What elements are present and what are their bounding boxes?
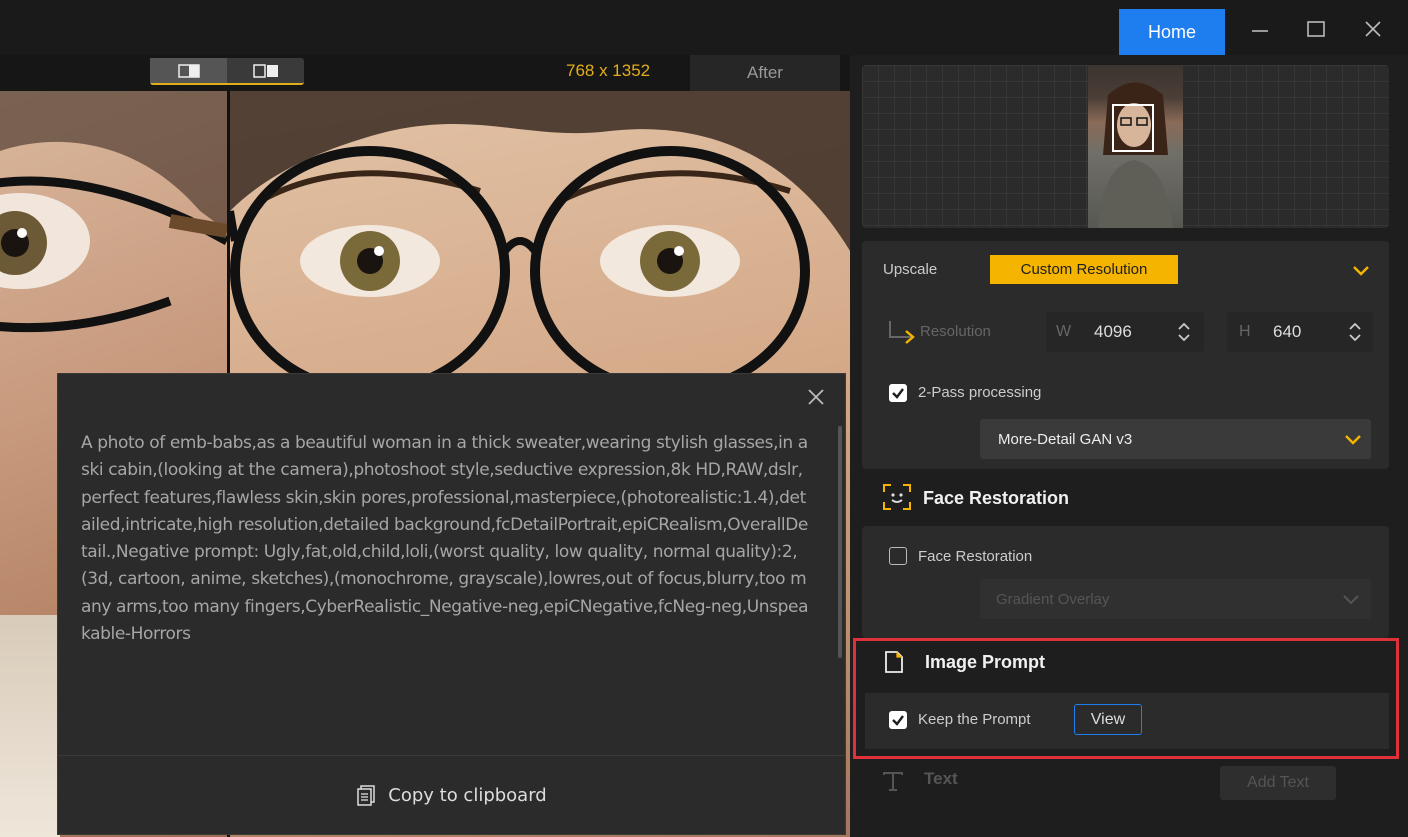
checkmark-icon xyxy=(892,715,904,726)
upscale-label: Upscale xyxy=(883,261,938,278)
view-button[interactable]: View xyxy=(1074,704,1142,735)
upscale-section: Upscale Custom Resolution Resolution W 4… xyxy=(862,241,1389,469)
single-view-toggle[interactable] xyxy=(150,58,227,83)
image-prompt-title: Image Prompt xyxy=(925,652,1046,672)
two-pass-checkbox[interactable] xyxy=(889,384,907,402)
text-section-title: Text xyxy=(924,769,958,788)
clipboard-icon xyxy=(357,785,375,806)
single-view-icon xyxy=(177,63,200,78)
settings-panel: Upscale Custom Resolution Resolution W 4… xyxy=(850,55,1408,837)
two-pass-label: 2-Pass processing xyxy=(918,384,1042,401)
face-model-value: Gradient Overlay xyxy=(996,591,1110,608)
chevron-down-icon[interactable] xyxy=(1352,265,1370,277)
face-restoration-section: Face Restoration Gradient Overlay xyxy=(862,526,1389,638)
chevron-down-icon xyxy=(1343,595,1359,605)
preview-thumbnail-area xyxy=(862,65,1389,228)
model-select[interactable]: More-Detail GAN v3 xyxy=(980,419,1371,459)
title-bar: Home xyxy=(0,0,1408,55)
preview-thumbnail[interactable] xyxy=(1088,65,1183,228)
close-icon xyxy=(1365,21,1381,37)
model-value: More-Detail GAN v3 xyxy=(998,431,1133,448)
after-tab[interactable]: After xyxy=(690,55,840,91)
face-restoration-title: Face Restoration xyxy=(923,488,1070,508)
height-stepper-icon[interactable] xyxy=(1349,321,1361,343)
chevron-down-icon xyxy=(1345,435,1361,445)
popup-scrollbar[interactable] xyxy=(838,426,842,658)
arrow-turn-icon xyxy=(889,321,915,344)
image-resolution-label: 768 x 1352 xyxy=(566,61,651,80)
keep-prompt-row: Keep the Prompt View xyxy=(865,693,1389,749)
face-restoration-checkbox[interactable] xyxy=(889,547,907,565)
close-window-button[interactable] xyxy=(1355,12,1391,46)
face-restoration-icon xyxy=(883,484,911,510)
image-prompt-section: Image Prompt Keep the Prompt View xyxy=(853,638,1399,759)
prompt-text: A photo of emb-babs,as a beautiful woman… xyxy=(81,433,809,645)
minimize-icon xyxy=(1252,30,1268,32)
width-value[interactable]: 4096 xyxy=(1094,322,1132,342)
keep-prompt-checkbox[interactable] xyxy=(889,711,907,729)
add-text-button[interactable]: Add Text xyxy=(1220,766,1336,800)
face-restoration-label: Face Restoration xyxy=(918,548,1033,565)
width-stepper-icon[interactable] xyxy=(1178,321,1190,343)
split-view-toggle[interactable] xyxy=(227,58,304,83)
copy-label: Copy to clipboard xyxy=(388,784,547,806)
prompt-popup: A photo of emb-babs,as a beautiful woman… xyxy=(57,373,846,835)
upscale-mode-select[interactable]: Custom Resolution xyxy=(990,255,1178,284)
split-view-icon xyxy=(252,63,278,78)
copy-to-clipboard-button[interactable]: Copy to clipboard xyxy=(58,755,845,834)
height-letter: H xyxy=(1239,323,1251,340)
viewer-toolbar: 768 x 1352 After xyxy=(0,55,850,91)
close-icon xyxy=(808,389,824,405)
keep-prompt-label: Keep the Prompt xyxy=(918,711,1031,728)
width-field[interactable]: W 4096 xyxy=(1046,312,1204,352)
minimize-button[interactable] xyxy=(1242,12,1278,46)
height-value[interactable]: 640 xyxy=(1273,322,1301,342)
width-letter: W xyxy=(1056,323,1072,340)
resolution-label: Resolution xyxy=(920,323,991,340)
sweater-detail xyxy=(0,615,60,837)
home-button[interactable]: Home xyxy=(1119,9,1225,55)
checkmark-icon xyxy=(892,388,904,399)
maximize-button[interactable] xyxy=(1298,12,1334,46)
maximize-icon xyxy=(1307,21,1325,37)
face-detection-box xyxy=(1112,104,1154,152)
compare-mode-toggle xyxy=(150,58,304,85)
text-icon xyxy=(883,772,903,791)
popup-close-button[interactable] xyxy=(805,386,827,408)
height-field[interactable]: H 640 xyxy=(1227,312,1373,352)
face-model-select: Gradient Overlay xyxy=(980,579,1371,619)
document-icon xyxy=(885,651,903,673)
